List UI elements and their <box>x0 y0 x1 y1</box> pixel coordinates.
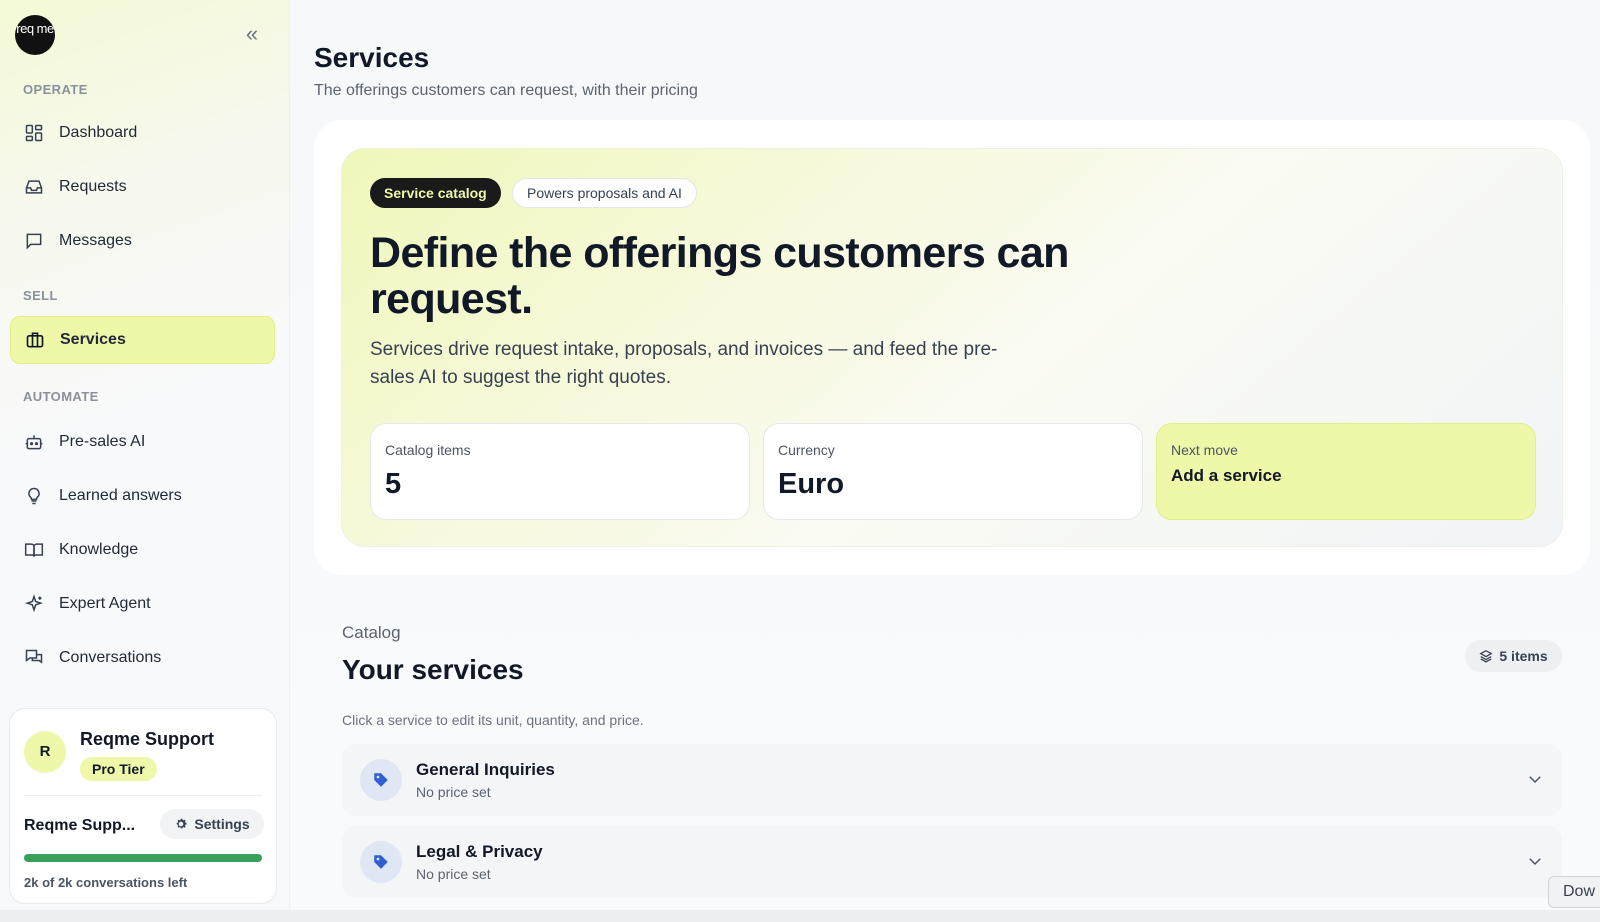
sidebar-item-label: Messages <box>59 232 132 249</box>
items-count-text: 5 items <box>1499 648 1548 664</box>
tag-icon <box>360 759 402 801</box>
chevron-down-icon[interactable] <box>1526 770 1544 788</box>
message-square-icon <box>26 233 42 250</box>
sidebar-item-messages[interactable]: Messages <box>10 217 275 265</box>
service-name: General Inquiries <box>416 760 555 779</box>
sidebar-item-label: Expert Agent <box>59 595 151 612</box>
account-name: Reqme Support <box>80 729 215 749</box>
sparkles-icon <box>24 594 44 613</box>
settings-label: Settings <box>194 816 250 832</box>
service-row-general-inquiries[interactable]: General Inquiries No price set <box>342 744 1562 816</box>
section-label-sell: SELL <box>23 288 58 303</box>
service-price: No price set <box>416 866 491 882</box>
stat-value: 5 <box>385 468 402 500</box>
add-service-button[interactable]: Add a service <box>1171 466 1282 486</box>
sidebar-item-conversations[interactable]: Conversations <box>10 634 275 682</box>
sidebar-item-expert-agent[interactable]: Expert Agent <box>10 580 275 628</box>
sidebar-item-label: Knowledge <box>59 541 139 558</box>
stat-card-catalog-items: Catalog items 5 <box>370 423 750 520</box>
chevron-down-icon[interactable] <box>1526 852 1544 870</box>
avatar[interactable]: R <box>24 731 66 773</box>
app-logo[interactable]: req me <box>15 15 55 55</box>
sidebar-item-knowledge[interactable]: Knowledge <box>10 526 275 574</box>
usage-text: 2k of 2k conversations left <box>24 875 188 890</box>
sidebar-item-learned-answers[interactable]: Learned answers <box>10 472 275 520</box>
hero-description: Services drive request intake, proposals… <box>370 339 998 388</box>
page-subtitle: The offerings customers can request, wit… <box>314 82 698 99</box>
sidebar-item-services[interactable]: Services <box>10 316 275 364</box>
account-card: R Reqme Support Pro Tier Reqme Supp... S… <box>9 708 277 904</box>
catalog-title: Your services <box>342 654 524 685</box>
bot-icon <box>25 435 43 450</box>
grid-icon <box>25 124 43 142</box>
service-catalog-pill: Service catalog <box>370 178 501 208</box>
layers-icon <box>1479 650 1493 663</box>
settings-button[interactable]: Settings <box>160 809 264 839</box>
book-open-icon <box>24 543 44 557</box>
download-tooltip[interactable]: Dow <box>1548 876 1600 908</box>
catalog-hint: Click a service to edit its unit, quanti… <box>342 712 644 728</box>
sidebar-item-label: Requests <box>59 178 127 195</box>
page-title: Services <box>314 42 430 73</box>
stat-label: Next move <box>1171 442 1238 458</box>
sidebar-item-pre-sales-ai[interactable]: Pre-sales AI <box>10 418 275 466</box>
sidebar: req me « OPERATE Dashboard Requests Mess… <box>0 0 290 922</box>
powers-proposals-pill: Powers proposals and AI <box>512 178 697 208</box>
hero-heading: Define the offerings customers can reque… <box>370 229 1069 323</box>
messages-icon <box>25 649 43 664</box>
sidebar-item-label: Conversations <box>59 649 162 666</box>
account-short-name: Reqme Supp... <box>24 817 136 834</box>
tier-badge: Pro Tier <box>80 757 157 781</box>
service-price: No price set <box>416 784 491 800</box>
sidebar-item-requests[interactable]: Requests <box>10 163 275 211</box>
service-name: Legal & Privacy <box>416 842 543 861</box>
lightbulb-icon <box>28 487 40 505</box>
sidebar-item-label: Pre-sales AI <box>59 433 146 450</box>
tag-icon <box>360 841 402 883</box>
sidebar-item-label: Services <box>60 331 126 348</box>
catalog-label: Catalog <box>342 623 401 642</box>
usage-progress-bar <box>24 854 262 862</box>
inbox-icon <box>25 180 43 194</box>
service-row-legal-privacy[interactable]: Legal & Privacy No price set <box>342 826 1562 898</box>
usage-progress-fill <box>24 854 262 862</box>
divider <box>24 795 262 796</box>
section-label-operate: OPERATE <box>23 82 88 97</box>
sidebar-item-label: Dashboard <box>59 124 138 141</box>
gear-icon <box>177 818 187 829</box>
next-move-card[interactable]: Next move Add a service <box>1156 423 1536 520</box>
stat-value: Euro <box>778 468 845 500</box>
items-count-badge: 5 items <box>1465 640 1562 672</box>
briefcase-icon <box>26 332 44 348</box>
section-label-automate: AUTOMATE <box>23 389 99 404</box>
bottom-strip <box>0 910 1600 922</box>
stat-label: Currency <box>778 442 835 458</box>
collapse-sidebar-button[interactable]: « <box>240 23 264 46</box>
stat-label: Catalog items <box>385 442 471 458</box>
sidebar-item-label: Learned answers <box>59 487 182 504</box>
sidebar-item-dashboard[interactable]: Dashboard <box>10 109 275 157</box>
stat-card-currency: Currency Euro <box>763 423 1143 520</box>
